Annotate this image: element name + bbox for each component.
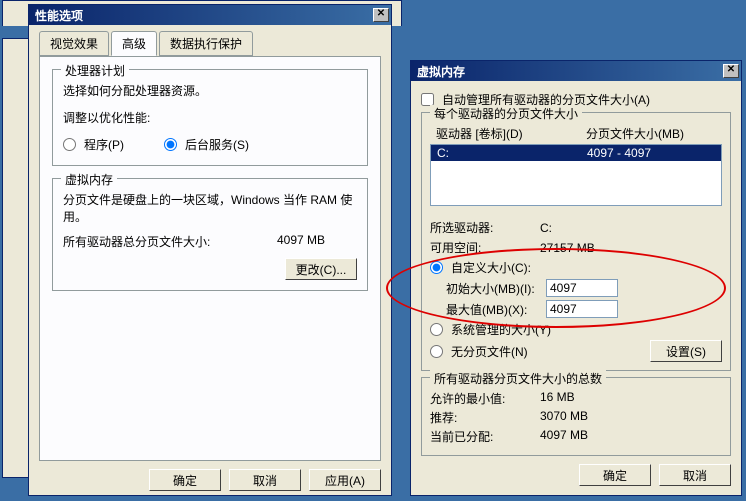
apply-button[interactable]: 应用(A) [309, 469, 381, 491]
virtual-memory-window: 虚拟内存 ✕ 自动管理所有驱动器的分页文件大小(A) 每个驱动器的分页文件大小 … [410, 60, 742, 496]
initial-size-input[interactable] [546, 279, 618, 297]
scheduling-title: 处理器计划 [61, 62, 129, 79]
drive-row: C: 4097 - 4097 [431, 145, 721, 161]
ok-button[interactable]: 确定 [149, 469, 221, 491]
radio-no-paging[interactable]: 无分页文件(N) [430, 343, 650, 360]
drive-list[interactable]: C: 4097 - 4097 [430, 144, 722, 206]
radio-services[interactable]: 后台服务(S) [164, 136, 249, 153]
max-size-input[interactable] [546, 300, 618, 318]
free-space-value: 27157 MB [540, 241, 595, 255]
selected-drive-value: C: [540, 221, 552, 235]
totals-title: 所有驱动器分页文件大小的总数 [430, 370, 606, 387]
performance-options-window: 性能选项 ✕ 视觉效果 高级 数据执行保护 处理器计划 选择如何分配处理器资源。… [28, 4, 392, 496]
adjust-label: 调整以优化性能: [63, 109, 357, 126]
change-button[interactable]: 更改(C)... [285, 258, 357, 280]
vm-desc: 分页文件是硬盘上的一块区域，Windows 当作 RAM 使用。 [63, 191, 357, 225]
radio-programs[interactable]: 程序(P) [63, 136, 124, 153]
close-icon[interactable]: ✕ [373, 8, 389, 22]
set-button[interactable]: 设置(S) [650, 340, 722, 362]
vm-total-label: 所有驱动器总分页文件大小: [63, 233, 277, 250]
tab-dep[interactable]: 数据执行保护 [159, 31, 253, 56]
radio-system-managed[interactable]: 系统管理的大小(Y) [430, 321, 722, 338]
selected-drive-label: 所选驱动器: [430, 219, 540, 236]
perf-titlebar: 性能选项 ✕ [29, 5, 391, 25]
vm-dialog-title: 虚拟内存 [417, 63, 465, 80]
vm-title: 虚拟内存 [61, 171, 117, 188]
perf-title: 性能选项 [35, 7, 83, 24]
radio-custom[interactable]: 自定义大小(C): [430, 259, 722, 276]
vm-group: 虚拟内存 分页文件是硬盘上的一块区域，Windows 当作 RAM 使用。 所有… [52, 178, 368, 291]
tab-visual[interactable]: 视觉效果 [39, 31, 109, 56]
vm-total-value: 4097 MB [277, 233, 357, 250]
perdrive-group: 每个驱动器的分页文件大小 驱动器 [卷标](D) 分页文件大小(MB) C: 4… [421, 112, 731, 371]
totals-group: 所有驱动器分页文件大小的总数 允许的最小值:16 MB 推荐:3070 MB 当… [421, 377, 731, 456]
scheduling-desc: 选择如何分配处理器资源。 [63, 82, 357, 99]
cancel-button[interactable]: 取消 [229, 469, 301, 491]
free-space-label: 可用空间: [430, 239, 540, 256]
close-icon[interactable]: ✕ [723, 64, 739, 78]
perdrive-title: 每个驱动器的分页文件大小 [430, 105, 582, 122]
initial-label: 初始大小(MB)(I): [446, 280, 546, 297]
perf-tabs: 视觉效果 高级 数据执行保护 [39, 31, 381, 57]
scheduling-group: 处理器计划 选择如何分配处理器资源。 调整以优化性能: 程序(P) 后台服务(S… [52, 69, 368, 166]
vm-ok-button[interactable]: 确定 [579, 464, 651, 486]
tab-advanced[interactable]: 高级 [111, 31, 157, 56]
vm-titlebar: 虚拟内存 ✕ [411, 61, 741, 81]
vm-cancel-button[interactable]: 取消 [659, 464, 731, 486]
drive-header: 驱动器 [卷标](D) 分页文件大小(MB) [430, 123, 722, 144]
max-label: 最大值(MB)(X): [446, 301, 546, 318]
